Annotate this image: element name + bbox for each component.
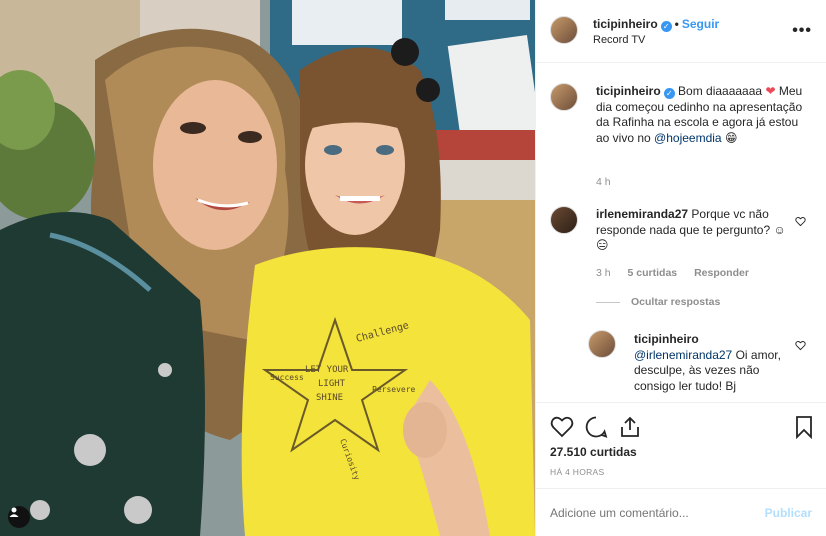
photo-illustration: LET YOUR LIGHT SHINE Challenge Persevere…: [0, 0, 535, 536]
person-icon: [9, 507, 19, 517]
post-panel: ticipinheiro ✓ • Seguir Record TV ••• ticip…: [535, 0, 826, 536]
divider: [596, 302, 620, 303]
reply: ticipinheiro @irlenemiranda27 Oi amor, d…: [634, 332, 784, 394]
caption-text-1: Bom diaaaaaaa: [678, 84, 763, 98]
author-line: ticipinheiro ✓ • Seguir: [593, 17, 719, 32]
comment-avatar[interactable]: [550, 206, 578, 234]
location-link[interactable]: Record TV: [593, 34, 645, 46]
hide-replies-button[interactable]: Ocultar respostas: [631, 296, 720, 308]
shirt-text-7: Success: [270, 373, 304, 382]
follow-button[interactable]: Seguir: [682, 17, 719, 31]
comment-username[interactable]: irlenemiranda27: [596, 207, 688, 221]
shirt-text-2: LIGHT: [318, 379, 346, 389]
comment-likes[interactable]: 5 curtidas: [628, 267, 678, 279]
comment-like-icon[interactable]: [795, 216, 806, 227]
caption-meta: 4 h: [596, 176, 625, 188]
bookmark-icon[interactable]: [794, 415, 814, 439]
reply-button[interactable]: Responder: [694, 267, 749, 279]
share-icon[interactable]: [618, 415, 642, 439]
author-username[interactable]: ticipinheiro: [593, 17, 658, 31]
comment-input[interactable]: [550, 506, 750, 520]
caption-username[interactable]: ticipinheiro: [596, 84, 661, 98]
caption-avatar[interactable]: [550, 83, 578, 111]
heart-emoji-icon: ❤: [765, 84, 776, 98]
avatar[interactable]: [550, 16, 578, 44]
post-photo[interactable]: LET YOUR LIGHT SHINE Challenge Persevere…: [0, 0, 535, 536]
verified-icon: ✓: [663, 88, 675, 99]
more-options-icon[interactable]: •••: [792, 22, 812, 40]
likes-count[interactable]: 27.510 curtidas: [550, 445, 637, 459]
post-date[interactable]: HÁ 4 HORAS: [550, 467, 605, 477]
reply-avatar[interactable]: [588, 330, 616, 358]
shirt-text-5: Persevere: [372, 385, 416, 394]
shirt-text-3: SHINE: [316, 393, 343, 403]
caption: ticipinheiro ✓ Bom diaaaaaaa ❤ Meu dia co…: [596, 84, 811, 146]
separator-dot: •: [674, 17, 679, 31]
user-tag-button[interactable]: [8, 506, 30, 528]
caption-mention[interactable]: @hojeemdia: [654, 131, 722, 145]
comment-time[interactable]: 3 h: [596, 267, 611, 279]
caption-time[interactable]: 4 h: [596, 176, 611, 188]
reply-like-icon[interactable]: [795, 340, 806, 351]
post-header: ticipinheiro ✓ • Seguir Record TV •••: [536, 0, 826, 63]
shirt-text-1: LET YOUR: [305, 365, 349, 375]
add-comment-bar: Publicar: [536, 488, 826, 536]
reply-username[interactable]: ticipinheiro: [634, 332, 699, 346]
comment-meta: 3 h 5 curtidas Responder: [596, 267, 763, 279]
heart-icon[interactable]: [550, 415, 574, 439]
comment: irlenemiranda27 Porque vc não responde n…: [596, 207, 786, 254]
publish-button[interactable]: Publicar: [765, 506, 812, 520]
grin-emoji-icon: 😁: [724, 130, 738, 145]
comments-section[interactable]: ticipinheiro ✓ Bom diaaaaaaa ❤ Meu dia co…: [536, 64, 826, 402]
comment-icon[interactable]: [584, 415, 608, 439]
reply-mention[interactable]: @irlenemiranda27: [634, 348, 732, 362]
verified-icon: ✓: [660, 21, 672, 32]
actions-bar: 27.510 curtidas HÁ 4 HORAS: [536, 402, 826, 488]
